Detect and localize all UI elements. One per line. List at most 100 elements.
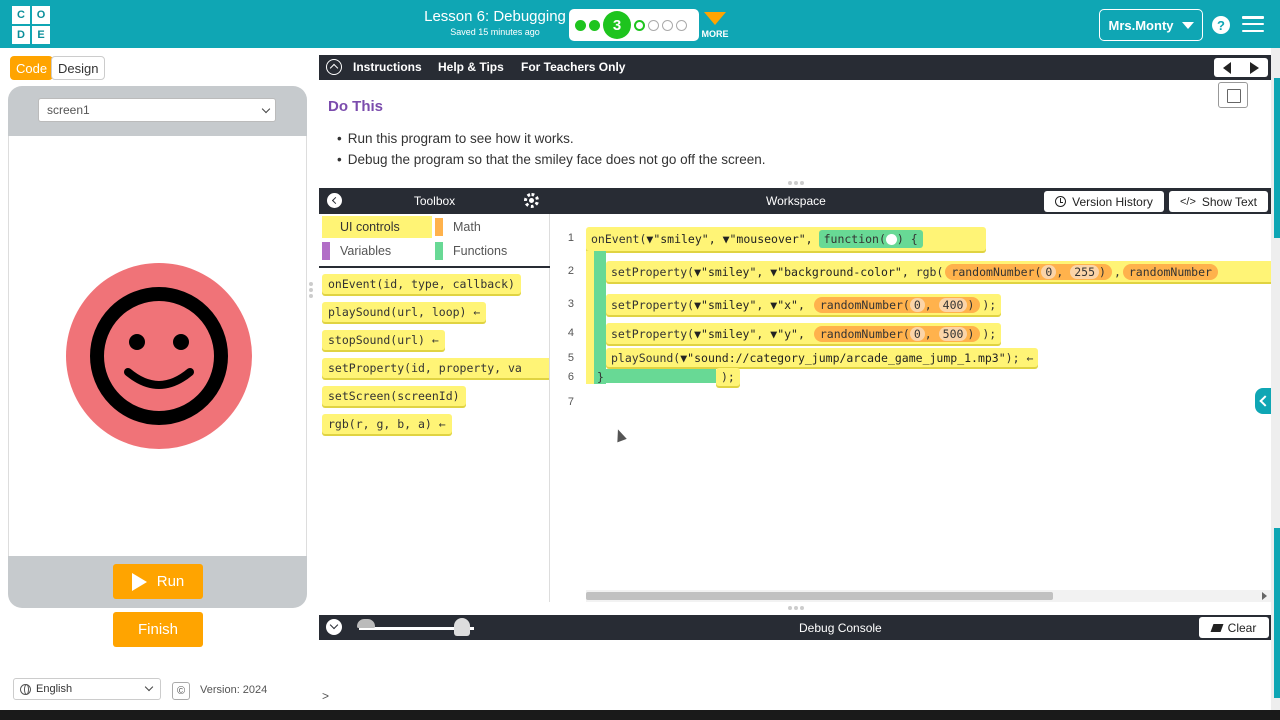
randomnumber-block[interactable]: randomNumber(0, 400) xyxy=(813,296,981,313)
tab-instructions[interactable]: Instructions xyxy=(353,60,422,74)
dropdown-param[interactable]: ▼"smiley", xyxy=(694,265,763,279)
text-to-speech-controls[interactable] xyxy=(1214,58,1268,77)
dropdown-param[interactable]: ▼"smiley", xyxy=(694,298,763,312)
block-onevent[interactable]: onEvent(id, type, callback) xyxy=(322,274,521,294)
clear-button[interactable]: Clear xyxy=(1199,617,1269,638)
user-name: Mrs.Monty xyxy=(1108,17,1174,33)
onevent-close[interactable]: ); xyxy=(716,368,740,386)
line-number: 5 xyxy=(567,352,574,364)
block-playsound[interactable]: playSound(url, loop) ← xyxy=(322,302,487,322)
speaker-icon[interactable] xyxy=(1223,61,1232,74)
line-number: 4 xyxy=(567,327,574,339)
setproperty-block[interactable]: setProperty( ▼"smiley", ▼"background-col… xyxy=(606,261,1271,282)
expand-panel-icon[interactable] xyxy=(1255,388,1271,414)
line-number: 6 xyxy=(567,371,574,383)
help-icon[interactable]: ? xyxy=(1212,16,1230,34)
randomnumber-block[interactable]: randomNumber xyxy=(1122,263,1218,280)
onevent-block[interactable]: onEvent( ▼"smiley", ▼"mouseover", functi… xyxy=(586,227,986,251)
level-dot-attempted[interactable] xyxy=(634,19,645,31)
smiley-image[interactable] xyxy=(65,262,253,450)
block-rgb[interactable]: rgb(r, g, b, a) ← xyxy=(322,414,452,434)
number-input[interactable]: 0 xyxy=(909,326,925,341)
debug-console-output[interactable]: > xyxy=(319,640,1271,710)
number-input[interactable]: 500 xyxy=(938,326,968,341)
dropdown-param[interactable]: ▼"smiley", xyxy=(646,232,715,246)
level-current[interactable]: 3 xyxy=(603,11,631,39)
code-fn: function( xyxy=(823,232,886,246)
workspace-title: Workspace xyxy=(766,194,826,208)
number-input[interactable]: 0 xyxy=(909,297,925,312)
level-dot-completed[interactable] xyxy=(575,19,586,31)
level-dot-completed[interactable] xyxy=(589,19,600,31)
hamburger-menu-icon[interactable] xyxy=(1242,16,1264,32)
dropdown-param[interactable]: ▼"smiley", xyxy=(694,327,763,341)
resize-handle[interactable] xyxy=(309,282,313,298)
resize-handle[interactable] xyxy=(788,181,804,185)
dropdown-param[interactable]: ▼"sound://category_jump/arcade_game_jump… xyxy=(680,351,1005,365)
function-block[interactable]: function() { xyxy=(818,230,923,248)
more-button[interactable]: MORE xyxy=(700,10,730,39)
block-stopsound[interactable]: stopSound(url) ← xyxy=(322,330,445,350)
level-dot[interactable] xyxy=(662,19,673,31)
language-value: English xyxy=(36,683,73,695)
category-functions[interactable]: Functions xyxy=(435,240,545,262)
version-history-button[interactable]: Version History xyxy=(1044,191,1164,212)
setproperty-block[interactable]: setProperty( ▼"smiley", ▼"x", randomNumb… xyxy=(606,294,1002,315)
code-mode-button[interactable]: Code xyxy=(10,56,54,80)
randomnumber-block[interactable]: randomNumber(0, 500) xyxy=(813,325,981,342)
saved-status: Saved 15 minutes ago xyxy=(450,27,540,37)
instruction-bullet: Debug the program so that the smiley fac… xyxy=(337,152,766,167)
setproperty-block[interactable]: setProperty( ▼"smiley", ▼"y", randomNumb… xyxy=(606,323,1002,344)
toolbox-header: Toolbox xyxy=(319,188,550,214)
copyright-button[interactable]: © xyxy=(172,682,190,700)
category-variables[interactable]: Variables xyxy=(322,240,432,262)
scroll-right-icon[interactable] xyxy=(1262,592,1267,600)
dropdown-param[interactable]: ▼"mouseover", xyxy=(723,232,813,246)
show-text-button[interactable]: </> Show Text xyxy=(1169,191,1268,212)
clock-icon xyxy=(1055,196,1067,207)
number-input[interactable]: 255 xyxy=(1070,264,1099,279)
playsound-block[interactable]: playSound( ▼"sound://category_jump/arcad… xyxy=(606,348,1039,367)
code-org-logo[interactable]: C O D E xyxy=(12,6,50,44)
screen-select[interactable]: screen1 xyxy=(38,98,276,122)
app-screen[interactable] xyxy=(8,136,307,556)
level-dot[interactable] xyxy=(676,19,687,31)
dropdown-param[interactable]: ▼"y", xyxy=(770,327,805,341)
level-dot[interactable] xyxy=(648,19,659,31)
play-icon xyxy=(131,572,147,591)
instructions-heading: Do This xyxy=(328,98,383,115)
number-input[interactable]: 400 xyxy=(938,297,968,312)
block-setscreen[interactable]: setScreen(screenId) xyxy=(322,386,466,406)
randomnumber-block[interactable]: randomNumber(0, 255) xyxy=(945,263,1112,280)
category-math[interactable]: Math xyxy=(435,216,545,238)
horizontal-scrollbar[interactable] xyxy=(586,590,1271,602)
finish-button[interactable]: Finish xyxy=(113,612,203,647)
function-body-rail xyxy=(594,251,606,384)
toolbox-panel: UI controls Math Variables Functions onE… xyxy=(319,214,550,602)
resize-handle[interactable] xyxy=(788,606,804,610)
collapse-instructions-icon[interactable] xyxy=(326,59,342,75)
tab-teachers-only[interactable]: For Teachers Only xyxy=(521,60,625,74)
play-icon[interactable] xyxy=(1249,61,1259,74)
instructions-panel: Do This Run this program to see how it w… xyxy=(319,80,1271,178)
dropdown-param[interactable]: ▼"x", xyxy=(770,298,805,312)
user-menu-button[interactable]: Mrs.Monty xyxy=(1099,9,1203,41)
app-frame-bottom: Run xyxy=(8,556,307,608)
scrollbar-thumb[interactable] xyxy=(586,592,1053,600)
collapse-debug-icon[interactable] xyxy=(326,619,342,635)
block-setproperty[interactable]: setProperty(id, property, va xyxy=(322,358,549,378)
tab-help-tips[interactable]: Help & Tips xyxy=(438,60,504,74)
design-mode-button[interactable]: Design xyxy=(51,56,106,80)
category-ui-controls[interactable]: UI controls xyxy=(322,216,432,238)
gear-icon[interactable] xyxy=(524,193,539,208)
code-workspace[interactable]: onEvent( ▼"smiley", ▼"mouseover", functi… xyxy=(586,214,1271,602)
immersive-reader-icon[interactable] xyxy=(1218,82,1248,108)
category-label: Math xyxy=(453,220,481,234)
param-slot[interactable] xyxy=(885,234,897,245)
number-input[interactable]: 0 xyxy=(1041,264,1057,279)
run-button[interactable]: Run xyxy=(113,564,203,599)
language-select[interactable]: English xyxy=(13,678,161,700)
logo-letter: O xyxy=(32,6,50,24)
dropdown-param[interactable]: ▼"background-color", xyxy=(770,265,908,279)
onevent-block-end[interactable]: } xyxy=(592,368,609,386)
